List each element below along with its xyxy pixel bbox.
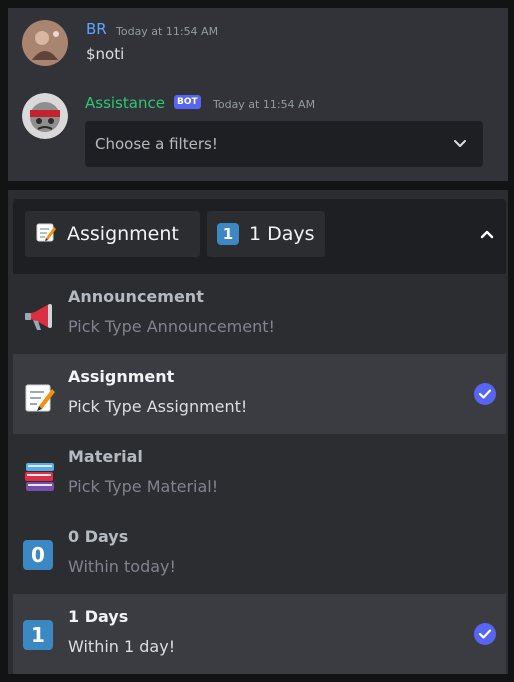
option-description: Pick Type Announcement! <box>68 317 275 336</box>
option-description: Within 1 day! <box>68 637 176 656</box>
chevron-down-icon <box>451 135 469 157</box>
message-timestamp: Today at 11:54 AM <box>116 25 219 38</box>
check-icon <box>474 623 496 649</box>
bot-avatar[interactable] <box>22 93 68 139</box>
option-title: Assignment <box>68 367 175 386</box>
option-title: Announcement <box>68 287 204 306</box>
select-options-list: Announcement Pick Type Announcement! Ass… <box>13 274 506 674</box>
keycap-one-icon: 1 <box>217 223 239 245</box>
bot-badge: BOT <box>174 95 201 109</box>
chip-label: 1 Days <box>249 223 315 245</box>
option-assignment[interactable]: Assignment Pick Type Assignment! <box>13 354 506 434</box>
option-title: Material <box>68 447 143 466</box>
check-icon <box>474 383 496 409</box>
message-timestamp: Today at 11:54 AM <box>213 98 316 111</box>
author-name[interactable]: BR <box>86 20 107 38</box>
keycap-one-icon: 1 <box>23 620 55 652</box>
avatar[interactable] <box>22 20 68 66</box>
select-panel: Assignment 1 1 Days Announcement Pick Ty… <box>8 190 508 674</box>
selected-chip-assignment[interactable]: Assignment <box>25 211 200 257</box>
option-announcement[interactable]: Announcement Pick Type Announcement! <box>13 274 506 354</box>
chat-panel: BR Today at 11:54 AM $noti Assistance BO… <box>8 8 508 181</box>
books-icon <box>23 460 55 492</box>
message-content: $noti <box>86 45 125 63</box>
filter-select[interactable]: Choose a filters! <box>85 121 483 167</box>
option-description: Within today! <box>68 557 176 576</box>
option-description: Pick Type Material! <box>68 477 219 496</box>
keycap-zero-icon: 0 <box>23 540 55 572</box>
filter-select-open[interactable]: Assignment 1 1 Days <box>13 199 506 274</box>
option-0-days[interactable]: 0 0 Days Within today! <box>13 514 506 594</box>
bot-name[interactable]: Assistance <box>85 94 165 112</box>
memo-icon <box>23 380 55 412</box>
selected-chip-1-days[interactable]: 1 1 Days <box>207 211 325 257</box>
option-material[interactable]: Material Pick Type Material! <box>13 434 506 514</box>
option-title: 1 Days <box>68 607 129 626</box>
chevron-up-icon[interactable] <box>478 225 496 247</box>
memo-icon <box>35 221 57 247</box>
chip-label: Assignment <box>67 223 179 245</box>
option-1-days[interactable]: 1 1 Days Within 1 day! <box>13 594 506 674</box>
megaphone-icon <box>23 300 55 332</box>
select-placeholder: Choose a filters! <box>95 135 218 153</box>
option-title: 0 Days <box>68 527 129 546</box>
option-description: Pick Type Assignment! <box>68 397 248 416</box>
